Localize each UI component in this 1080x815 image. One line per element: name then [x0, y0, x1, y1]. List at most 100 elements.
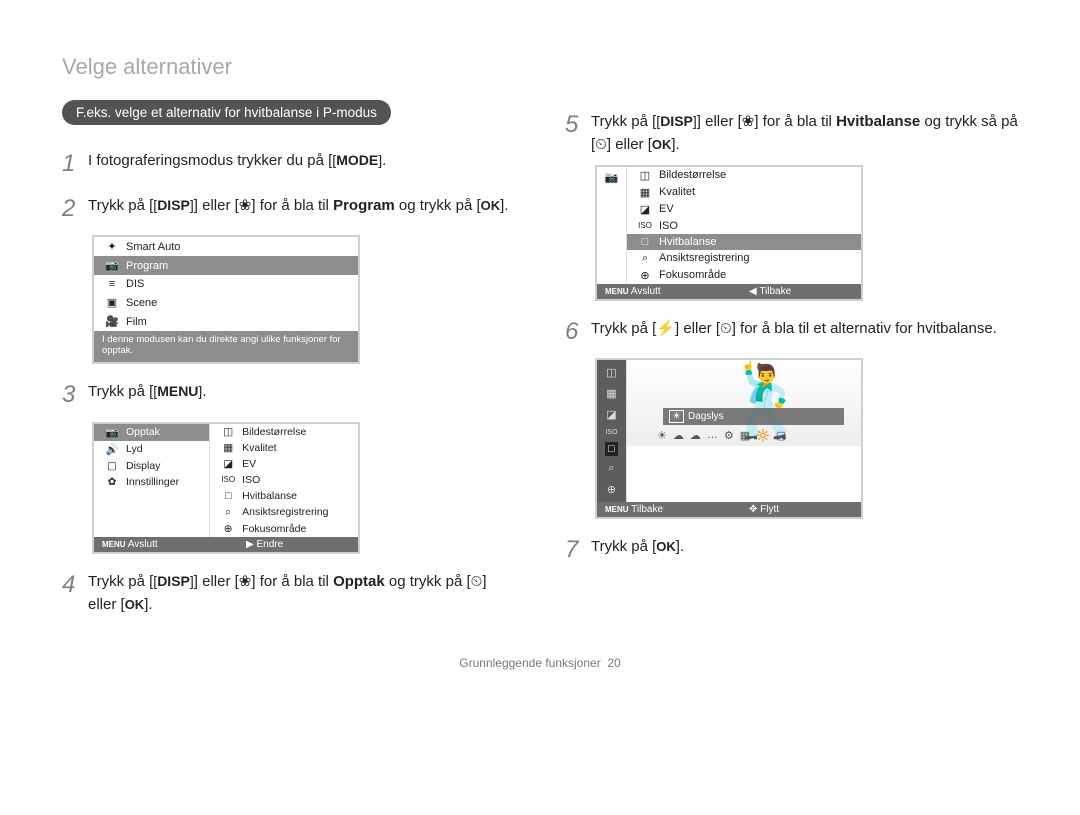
shoot-item-size: ◫Bildestørrelse: [627, 167, 861, 184]
focus-icon: ⊕: [607, 481, 616, 498]
brightness-icon: 🔆: [756, 429, 770, 442]
ok-button-ref: OK: [656, 539, 676, 554]
step-number: 6: [565, 313, 591, 350]
chevron-left-icon: ◀: [749, 286, 757, 297]
size-icon: ◫: [606, 364, 616, 381]
wb-icon-row: ☀ ☁ ☁ … ⚙ ▦ 🔆 ▢: [657, 429, 853, 442]
right-column: 5 Trykk på [DISP] eller [❀] for å bla ti…: [565, 100, 1018, 624]
cloud2-icon: ☁: [690, 429, 701, 442]
display-icon: ▢: [104, 460, 120, 472]
shoot-item-hvitbalanse: □Hvitbalanse: [627, 234, 861, 250]
menu-right-ev: ◪EV: [210, 456, 358, 472]
move-icon: ✥: [749, 504, 757, 515]
more-icon: …: [707, 429, 718, 442]
step-2: 2 Trykk på [DISP] eller [❀] for å bla ti…: [62, 190, 515, 227]
shoot-item-focus: ⊕Fokusområde: [627, 267, 861, 284]
menu-left-lyd: 🔊Lyd: [94, 441, 209, 458]
quality-icon: ▦: [606, 385, 616, 402]
left-column: F.eks. velge et alternativ for hvitbalan…: [62, 100, 515, 624]
step-number: 4: [62, 566, 88, 603]
menu-right-quality: ▦Kvalitet: [210, 440, 358, 456]
mode-item-program: 📷Program: [94, 256, 358, 275]
star-icon: ✦: [104, 240, 120, 253]
wb-icon: □: [637, 236, 653, 248]
mode-item-scene: ▣Scene: [94, 293, 358, 312]
mode-item-dis: ≡DIS: [94, 275, 358, 293]
grid-icon: ▦: [740, 429, 750, 442]
lcd-mode-dial: ✦Smart Auto 📷Program ≡DIS ▣Scene 🎥Film I…: [92, 235, 360, 364]
lcd-footer: MENU Avslutt ▶ Endre: [94, 537, 358, 552]
lcd-footer: MENU Avslutt ◀ Tilbake: [597, 284, 861, 299]
step-1: 1 I fotograferingsmodus trykker du på [M…: [62, 145, 515, 182]
step-text: Trykk på [MENU.: [88, 376, 515, 403]
gear-icon: ✿: [104, 476, 120, 488]
chevron-right-icon: ▶: [246, 539, 254, 550]
menu-icon: MENU: [605, 287, 629, 296]
cloud-icon: ☁: [673, 429, 684, 442]
ok-button-ref: OK: [652, 137, 672, 152]
scene-icon: ▣: [104, 296, 120, 309]
menu-left-display: ▢Display: [94, 458, 209, 474]
camera-icon: 📷: [104, 426, 120, 439]
step-text: Trykk på [DISP] eller [❀] for å bla til …: [591, 106, 1018, 157]
menu-right-face: ⌕Ansiktsregistrering: [210, 504, 358, 521]
iso-icon: ISO: [637, 221, 653, 230]
focus-icon: ⊕: [220, 523, 236, 535]
person-silhouette-icon: 🕺: [747, 366, 807, 438]
square-icon: ▢: [776, 429, 786, 442]
menu-right-iso: ISOISO: [210, 472, 358, 488]
menu-right-size: ◫Bildestørrelse: [210, 424, 358, 440]
wb-preview: 🕺 ☀Dagslys ☀ ☁ ☁ … ⚙ ▦ 🔆 ▢: [627, 360, 861, 446]
step-text: Trykk på [DISP] eller [❀] for å bla til …: [88, 190, 515, 217]
mode-item-film: 🎥Film: [94, 312, 358, 331]
step-number: 1: [62, 145, 88, 182]
mode-button-ref: MODE: [332, 150, 382, 172]
disp-button-ref: DISP: [153, 571, 193, 593]
camera-icon: 📷: [605, 171, 619, 184]
menu-right-wb: □Hvitbalanse: [210, 488, 358, 504]
flower-icon: ❀: [239, 197, 252, 214]
camera-icon: 📷: [104, 259, 120, 272]
menu-left-opptak: 📷Opptak: [94, 424, 209, 441]
ev-icon: ◪: [606, 406, 616, 423]
flower-icon: ❀: [742, 113, 755, 130]
timer-icon: ⏲: [720, 320, 732, 337]
quality-icon: ▦: [637, 186, 653, 199]
step-text: Trykk på [DISP] eller [❀] for å bla til …: [88, 566, 515, 617]
bold-program: Program: [333, 197, 395, 214]
gear-icon: ⚙: [724, 429, 734, 442]
size-icon: ◫: [220, 426, 236, 438]
flash-icon: ⚡: [656, 320, 675, 337]
ev-icon: ◪: [220, 458, 236, 470]
film-icon: 🎥: [104, 315, 120, 328]
focus-icon: ⊕: [637, 269, 653, 282]
shoot-item-ev: ◪EV: [627, 201, 861, 218]
lcd-footer: MENU Tilbake ✥ Flytt: [597, 502, 861, 517]
bold-opptak: Opptak: [333, 573, 385, 590]
wb-icon: □: [220, 490, 236, 502]
timer-icon: ⏲: [471, 573, 483, 590]
sun-icon: ☀: [669, 410, 684, 423]
bold-hvitbalanse: Hvitbalanse: [836, 113, 920, 130]
step-number: 3: [62, 376, 88, 413]
step-7: 7 Trykk på [OK].: [565, 531, 1018, 568]
wb-label: ☀Dagslys: [663, 408, 844, 425]
step-text: Trykk på [⚡] eller [⏲] for å bla til et …: [591, 313, 1018, 340]
flower-icon: ❀: [239, 573, 252, 590]
page-title: Velge alternativer: [62, 54, 1018, 80]
size-icon: ◫: [637, 169, 653, 182]
menu-left-settings: ✿Innstillinger: [94, 474, 209, 490]
sun-icon: ☀: [657, 429, 667, 442]
section-heading: F.eks. velge et alternativ for hvitbalan…: [62, 100, 391, 125]
wb-icon: □: [605, 442, 618, 456]
speaker-icon: 🔊: [104, 443, 120, 456]
face-icon: ⌕: [220, 506, 236, 519]
dis-icon: ≡: [104, 278, 120, 290]
menu-button-ref: MENU: [153, 381, 202, 403]
menu-right-focus: ⊕Fokusområde: [210, 521, 358, 537]
disp-button-ref: DISP: [656, 111, 696, 133]
step-number: 5: [565, 106, 591, 143]
step-text: Trykk på [OK].: [591, 531, 1018, 558]
step-5: 5 Trykk på [DISP] eller [❀] for å bla ti…: [565, 106, 1018, 157]
shoot-item-face: ⌕Ansiktsregistrering: [627, 250, 861, 267]
